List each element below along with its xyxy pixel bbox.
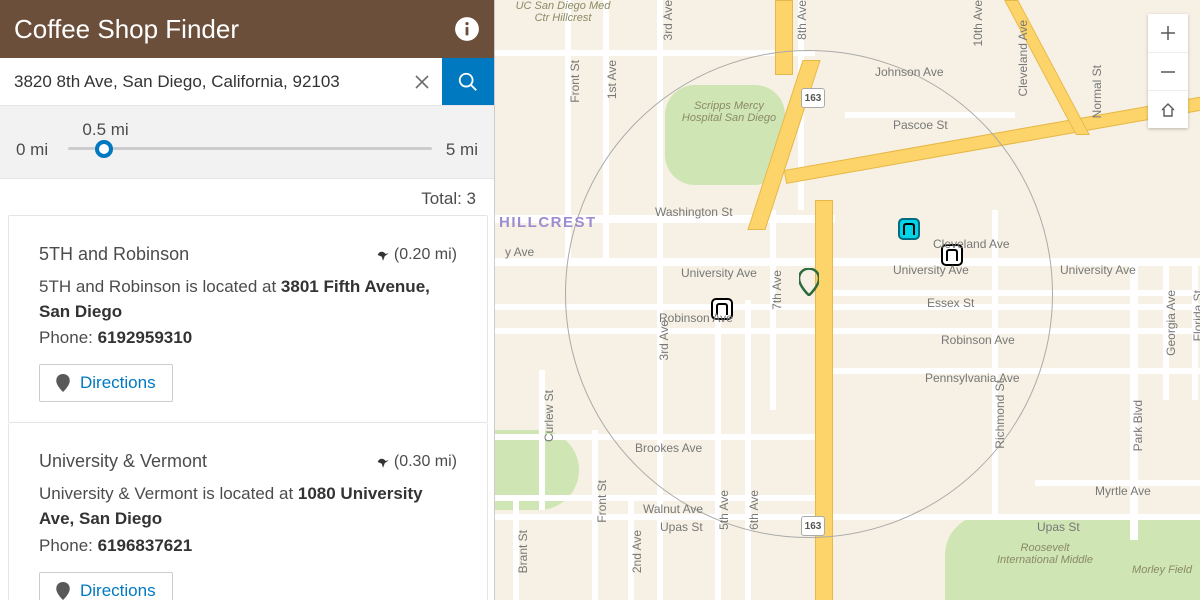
street-label: University Ave — [1060, 263, 1136, 277]
street-label: 1st Ave — [605, 60, 619, 99]
street-label: Front St — [568, 60, 582, 103]
directions-button[interactable]: Directions — [39, 364, 173, 402]
radius-slider-zone: 0 mi 0.5 mi 5 mi — [0, 106, 494, 179]
result-phone: Phone: 6192959310 — [39, 328, 457, 348]
map-poi-label: Roosevelt International Middle — [995, 542, 1095, 566]
street-label: 5th Ave — [717, 490, 731, 530]
street-label: 2nd Ave — [630, 530, 644, 573]
result-phone: Phone: 6196837621 — [39, 536, 457, 556]
street-label: Brant St — [516, 530, 530, 573]
map-poi-label: UC San Diego Med Ctr Hillcrest — [513, 0, 613, 24]
street-label: 6th Ave — [747, 490, 761, 530]
result-card[interactable]: 5TH and Robinson (0.20 mi) 5TH and Robin… — [8, 215, 488, 423]
slider-min-label: 0 mi — [16, 140, 68, 160]
neighborhood-label: HILLCREST — [499, 214, 597, 231]
slider-value-label: 0.5 mi — [82, 120, 128, 140]
search-center-pin — [799, 268, 819, 296]
street-label: Cleveland Ave — [1016, 20, 1030, 97]
slider-track — [68, 147, 432, 150]
result-card[interactable]: University & Vermont (0.30 mi) Universit… — [8, 423, 488, 600]
result-distance: (0.30 mi) — [376, 453, 457, 471]
street-label: Robinson Ave — [941, 333, 1015, 347]
route-shield: 163 — [801, 516, 825, 536]
street-label: Normal St — [1090, 65, 1104, 118]
street-label: University Ave — [893, 263, 969, 277]
street-label: Brookes Ave — [635, 441, 702, 455]
app-header: Coffee Shop Finder — [0, 0, 494, 58]
street-label: Curlew St — [542, 390, 556, 442]
plus-icon — [1159, 24, 1177, 42]
street-label: Cleveland Ave — [933, 237, 1010, 251]
clear-search-button[interactable] — [402, 58, 442, 105]
street-label: y Ave — [505, 245, 534, 259]
street-label: Essex St — [927, 296, 974, 310]
results-total: Total: 3 — [0, 179, 494, 215]
route-shield: 163 — [801, 88, 825, 108]
street-label: 3rd Ave — [661, 0, 675, 40]
street-label: Richmond St — [993, 380, 1007, 449]
map-poi-coffee-selected[interactable] — [898, 218, 920, 240]
map-poi-label: Scripps Mercy Hospital San Diego — [679, 100, 779, 124]
radius-slider[interactable]: 0.5 mi — [68, 120, 432, 160]
street-label: 8th Ave — [795, 0, 809, 40]
minus-icon — [1159, 63, 1177, 81]
street-label: Washington St — [655, 205, 733, 219]
search-button[interactable] — [442, 58, 494, 105]
result-address: University & Vermont is located at 1080 … — [39, 482, 457, 531]
street-label: 3rd Ave — [657, 320, 671, 360]
pin-icon — [56, 582, 70, 600]
results-list[interactable]: 5TH and Robinson (0.20 mi) 5TH and Robin… — [0, 215, 494, 600]
street-label: University Ave — [681, 266, 757, 280]
search-icon — [457, 71, 479, 93]
result-title: University & Vermont — [39, 451, 207, 472]
result-title: 5TH and Robinson — [39, 244, 189, 265]
street-label: Florida St — [1191, 290, 1200, 341]
map-canvas[interactable]: 163 163 HILLCREST Washington St Universit… — [495, 0, 1200, 600]
app-title: Coffee Shop Finder — [14, 14, 239, 45]
result-distance: (0.20 mi) — [376, 246, 457, 264]
street-label: Walnut Ave — [643, 502, 703, 516]
street-label: Myrtle Ave — [1095, 484, 1151, 498]
street-label: 7th Ave — [770, 270, 784, 310]
slider-max-label: 5 mi — [432, 140, 478, 160]
map-controls — [1148, 14, 1188, 128]
street-label: Upas St — [1037, 520, 1080, 534]
directions-button[interactable]: Directions — [39, 572, 173, 600]
street-label: 10th Ave — [971, 0, 985, 47]
search-row — [0, 58, 494, 106]
bird-icon — [376, 248, 390, 262]
home-icon — [1159, 101, 1177, 119]
result-address: 5TH and Robinson is located at 3801 Fift… — [39, 275, 457, 324]
search-input[interactable] — [0, 58, 402, 105]
street-label: Georgia Ave — [1164, 290, 1178, 356]
street-label: Park Blvd — [1131, 400, 1145, 451]
map-poi-label: Morley Field — [1112, 564, 1200, 576]
zoom-out-button[interactable] — [1148, 52, 1188, 90]
side-panel: Coffee Shop Finder 0 mi 0.5 mi 5 mi Tota… — [0, 0, 495, 600]
home-extent-button[interactable] — [1148, 90, 1188, 128]
street-label: Front St — [595, 480, 609, 523]
bird-icon — [376, 455, 390, 469]
street-label: Upas St — [660, 520, 703, 534]
slider-thumb[interactable] — [95, 140, 113, 158]
street-label: Johnson Ave — [875, 65, 944, 79]
zoom-in-button[interactable] — [1148, 14, 1188, 52]
info-icon[interactable] — [454, 16, 480, 42]
pin-icon — [56, 374, 70, 392]
street-label: Pascoe St — [893, 118, 948, 132]
